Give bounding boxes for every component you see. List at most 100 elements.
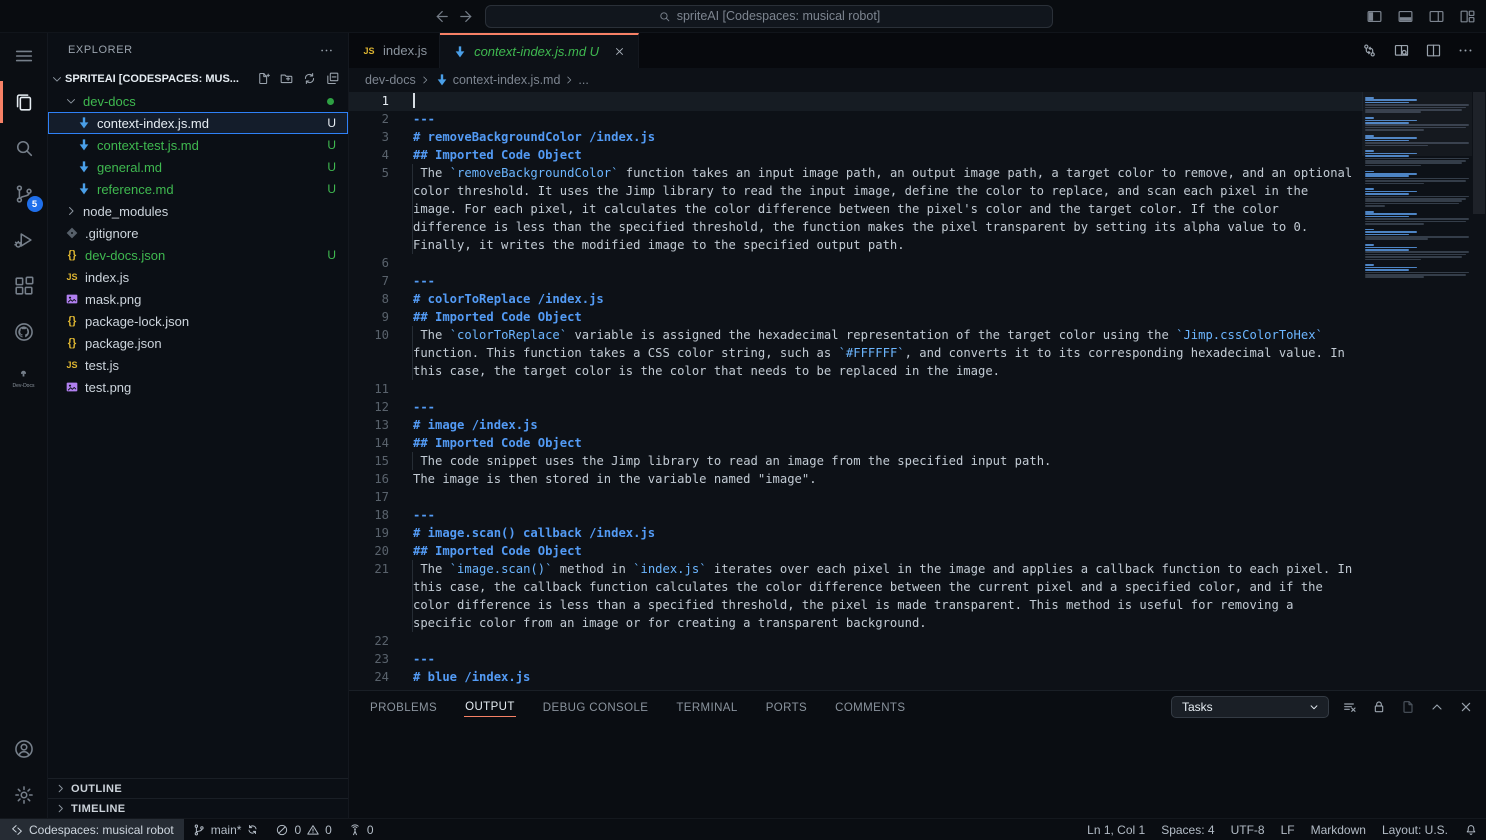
status-forwarded-ports[interactable]: 0 <box>340 819 382 840</box>
activity-item-run-and-debug[interactable] <box>0 217 48 263</box>
ellipsis-icon[interactable] <box>1457 42 1474 59</box>
code-line[interactable]: 2--- <box>349 110 1362 128</box>
sidebar-item-general-md[interactable]: general.mdU <box>48 156 348 178</box>
code-line[interactable]: 7--- <box>349 272 1362 290</box>
minimap[interactable] <box>1362 92 1472 690</box>
code-line[interactable]: 10 The `colorToReplace` variable is assi… <box>349 326 1362 380</box>
layout-customize-icon[interactable] <box>1459 8 1476 25</box>
code-line[interactable]: 20## Imported Code Object <box>349 542 1362 560</box>
activity-item-github[interactable] <box>0 309 48 355</box>
status-notifications[interactable] <box>1456 819 1486 840</box>
sidebar-item-dev-docs[interactable]: dev-docs <box>48 90 348 112</box>
close-icon[interactable] <box>613 45 626 58</box>
line-content[interactable] <box>413 254 1362 272</box>
status-cursor-position[interactable]: Ln 1, Col 1 <box>1079 819 1153 840</box>
status-keyboard-layout[interactable]: Layout: U.S. <box>1374 819 1456 840</box>
more-actions-icon[interactable] <box>319 43 334 58</box>
open-preview-icon[interactable] <box>1393 42 1410 59</box>
line-content[interactable]: --- <box>413 506 1362 524</box>
line-content[interactable]: ## Imported Code Object <box>413 146 1362 164</box>
close-panel-icon[interactable] <box>1458 699 1474 715</box>
sidebar-item-dev-docs-json[interactable]: {}dev-docs.jsonU <box>48 244 348 266</box>
editor-scrollbar[interactable] <box>1472 92 1486 690</box>
sidebar-item-mask-png[interactable]: mask.png <box>48 288 348 310</box>
code-line[interactable]: 18--- <box>349 506 1362 524</box>
panel-tab-debug-console[interactable]: DEBUG CONSOLE <box>542 698 650 717</box>
clear-output-icon[interactable] <box>1342 699 1358 715</box>
scrollbar-thumb[interactable] <box>1473 92 1485 214</box>
sidebar-section-timeline[interactable]: TIMELINE <box>48 798 348 818</box>
panel-tab-terminal[interactable]: TERMINAL <box>675 698 738 717</box>
activity-item-menu[interactable] <box>0 33 48 79</box>
open-changes-icon[interactable] <box>1361 42 1378 59</box>
status-problems[interactable]: 00 <box>267 819 339 840</box>
refresh-icon[interactable] <box>302 71 317 86</box>
line-content[interactable]: # removeBackgroundColor /index.js <box>413 128 1362 146</box>
code-line[interactable]: 14## Imported Code Object <box>349 434 1362 452</box>
activity-item-source-control[interactable]: 5 <box>0 171 48 217</box>
lock-scrolling-icon[interactable] <box>1371 699 1387 715</box>
breadcrumb-item[interactable]: dev-docs <box>365 73 416 87</box>
line-content[interactable]: # colorToReplace /index.js <box>413 290 1362 308</box>
status-eol[interactable]: LF <box>1273 819 1303 840</box>
sidebar-item-index-js[interactable]: JSindex.js <box>48 266 348 288</box>
status-remote-indicator[interactable]: Codespaces: musical robot <box>0 819 184 840</box>
code-line[interactable]: 23--- <box>349 650 1362 668</box>
status-indentation[interactable]: Spaces: 4 <box>1153 819 1222 840</box>
layout-panel-icon[interactable] <box>1397 8 1414 25</box>
split-editor-icon[interactable] <box>1425 42 1442 59</box>
code-line[interactable]: 21 The `image.scan()` method in `index.j… <box>349 560 1362 632</box>
line-content[interactable] <box>413 92 1362 110</box>
line-content[interactable]: --- <box>413 650 1362 668</box>
activity-item-dev-docs[interactable]: Dev-Docs <box>0 355 48 401</box>
code-line[interactable]: 24# blue /index.js <box>349 668 1362 686</box>
code-line[interactable]: 5 The `removeBackgroundColor` function t… <box>349 164 1362 254</box>
sidebar-item-node-modules[interactable]: node_modules <box>48 200 348 222</box>
sidebar-item--gitignore[interactable]: .gitignore <box>48 222 348 244</box>
tab-context-index-js-md[interactable]: context-index.js.md U <box>440 33 639 68</box>
layout-sidebar-icon[interactable] <box>1366 8 1383 25</box>
command-center-search[interactable]: spriteAI [Codespaces: musical robot] <box>485 5 1053 28</box>
activity-item-explorer[interactable] <box>0 79 48 125</box>
code-line[interactable]: 6 <box>349 254 1362 272</box>
line-content[interactable]: The `colorToReplace` variable is assigne… <box>412 326 1362 380</box>
line-content[interactable]: ## Imported Code Object <box>413 308 1362 326</box>
collapse-all-icon[interactable] <box>325 71 340 86</box>
tab-index-js[interactable]: JSindex.js <box>349 33 440 68</box>
layout-sidebar-right-icon[interactable] <box>1428 8 1445 25</box>
line-content[interactable]: --- <box>413 110 1362 128</box>
sidebar-section-outline[interactable]: OUTLINE <box>48 778 348 798</box>
code-line[interactable]: 13# image /index.js <box>349 416 1362 434</box>
breadcrumb-item[interactable]: ... <box>578 73 588 87</box>
line-content[interactable]: # image /index.js <box>413 416 1362 434</box>
sidebar-item-package-json[interactable]: {}package.json <box>48 332 348 354</box>
code-line[interactable]: 4## Imported Code Object <box>349 146 1362 164</box>
code-line[interactable]: 12--- <box>349 398 1362 416</box>
sidebar-item-reference-md[interactable]: reference.mdU <box>48 178 348 200</box>
line-content[interactable]: # image.scan() callback /index.js <box>413 524 1362 542</box>
panel-tab-problems[interactable]: PROBLEMS <box>369 698 438 717</box>
minimap-slider[interactable] <box>1362 92 1472 156</box>
arrow-right-icon[interactable] <box>458 8 475 25</box>
output-channel-select[interactable]: Tasks <box>1171 696 1329 718</box>
line-content[interactable]: --- <box>413 272 1362 290</box>
line-content[interactable]: --- <box>413 398 1362 416</box>
line-content[interactable] <box>413 380 1362 398</box>
code-line[interactable]: 17 <box>349 488 1362 506</box>
panel-tab-comments[interactable]: COMMENTS <box>834 698 906 717</box>
code-line[interactable]: 8# colorToReplace /index.js <box>349 290 1362 308</box>
arrow-left-icon[interactable] <box>433 8 450 25</box>
line-content[interactable]: The code snippet uses the Jimp library t… <box>412 452 1362 470</box>
line-content[interactable]: The `image.scan()` method in `index.js` … <box>412 560 1362 632</box>
panel-tab-ports[interactable]: PORTS <box>765 698 808 717</box>
activity-item-search[interactable] <box>0 125 48 171</box>
code-line[interactable]: 15 The code snippet uses the Jimp librar… <box>349 452 1362 470</box>
workspace-section-header[interactable]: SPRITEAI [CODESPACES: MUS... <box>48 67 348 90</box>
sidebar-item-package-lock-json[interactable]: {}package-lock.json <box>48 310 348 332</box>
status-encoding[interactable]: UTF-8 <box>1223 819 1273 840</box>
new-file-icon[interactable] <box>256 71 271 86</box>
panel-tab-output[interactable]: OUTPUT <box>464 697 516 717</box>
code-line[interactable]: 16The image is then stored in the variab… <box>349 470 1362 488</box>
activity-item-extensions[interactable] <box>0 263 48 309</box>
code-line[interactable]: 3# removeBackgroundColor /index.js <box>349 128 1362 146</box>
